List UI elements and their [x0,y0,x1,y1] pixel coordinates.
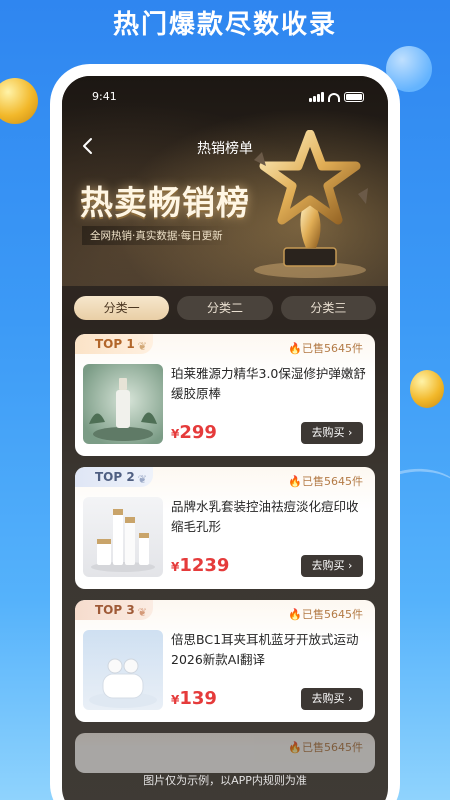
product-name: 珀莱雅源力精华3.0保湿修护弹嫩舒缓胶原棒 [171,366,366,401]
hero-banner: 9:41 热销榜单 热卖畅销榜 全网热销·真实数据·每日更新 [62,76,388,286]
buy-button[interactable]: 去购买 › [301,422,363,444]
tab-category-3[interactable]: 分类三 [280,296,376,320]
chevron-right-icon: › [348,692,353,705]
product-card[interactable]: TOP 3 ❦ 🔥已售5645件 倍思BC1耳夹耳机蓝牙开放式运动2026新款AI… [75,600,375,722]
product-name: 品牌水乳套装控油祛痘淡化痘印收缩毛孔形 [171,499,359,534]
fire-icon: 🔥 [288,608,302,621]
product-list: TOP 1 ❦ 🔥已售5645件 珀莱雅源力精华3.0保湿修护弹嫩舒缓胶原棒 ¥2… [75,334,375,784]
wifi-icon [328,93,340,102]
hero-subtitle: 全网热销·真实数据·每日更新 [82,226,231,245]
battery-icon [344,92,364,102]
status-bar: 9:41 [62,90,388,106]
product-card[interactable]: TOP 2 ❦ 🔥已售5645件 品牌水乳套装控油祛痘淡化痘印收缩毛孔形 ¥12… [75,467,375,589]
gold-coin-decoration [410,370,444,408]
promo-disclaimer: 图片仅为示例，以APP内规则为准 [143,774,307,787]
product-card[interactable]: TOP 1 ❦ 🔥已售5645件 珀莱雅源力精华3.0保湿修护弹嫩舒缓胶原棒 ¥2… [75,334,375,456]
fire-icon: 🔥 [288,475,302,488]
chevron-right-icon: › [348,426,353,439]
product-card[interactable]: 🔥已售5645件 [75,733,375,773]
sold-count: 🔥已售5645件 [288,342,363,355]
status-time: 9:41 [92,90,117,103]
promo-headline: 热门爆款尽数收录 [112,10,337,40]
sold-count: 🔥已售5645件 [288,741,363,754]
sold-count: 🔥已售5645件 [288,608,363,621]
category-tabs: 分类一 分类二 分类三 [74,296,376,320]
rank-badge: TOP 2 ❦ [75,467,153,487]
product-price: ¥1239 [171,555,230,576]
sold-count: 🔥已售5645件 [288,475,363,488]
chevron-right-icon: › [348,559,353,572]
rank-badge: TOP 1 ❦ [75,334,153,354]
status-icons [309,92,364,102]
fire-icon: 🔥 [288,741,302,754]
fire-icon: 🔥 [288,342,302,355]
product-price: ¥139 [171,688,217,709]
rank-badge: TOP 3 ❦ [75,600,153,620]
app-screen: 9:41 热销榜单 热卖畅销榜 全网热销·真实数据·每日更新 分类一 分类二 分… [62,76,388,800]
buy-button[interactable]: 去购买 › [301,555,363,577]
product-image[interactable] [83,364,163,444]
product-image[interactable] [83,497,163,577]
phone-frame: 9:41 热销榜单 热卖畅销榜 全网热销·真实数据·每日更新 分类一 分类二 分… [50,64,400,800]
product-price: ¥299 [171,422,217,443]
gold-coin-decoration [0,78,38,124]
buy-button[interactable]: 去购买 › [301,688,363,710]
tab-category-2[interactable]: 分类二 [177,296,273,320]
product-name: 倍思BC1耳夹耳机蓝牙开放式运动2026新款AI翻译 [171,632,359,667]
hero-title: 热卖畅销榜 [80,183,250,222]
product-image[interactable] [83,630,163,710]
trophy-star-icon [254,130,368,278]
signal-icon [309,92,324,102]
tab-category-1[interactable]: 分类一 [74,296,170,320]
